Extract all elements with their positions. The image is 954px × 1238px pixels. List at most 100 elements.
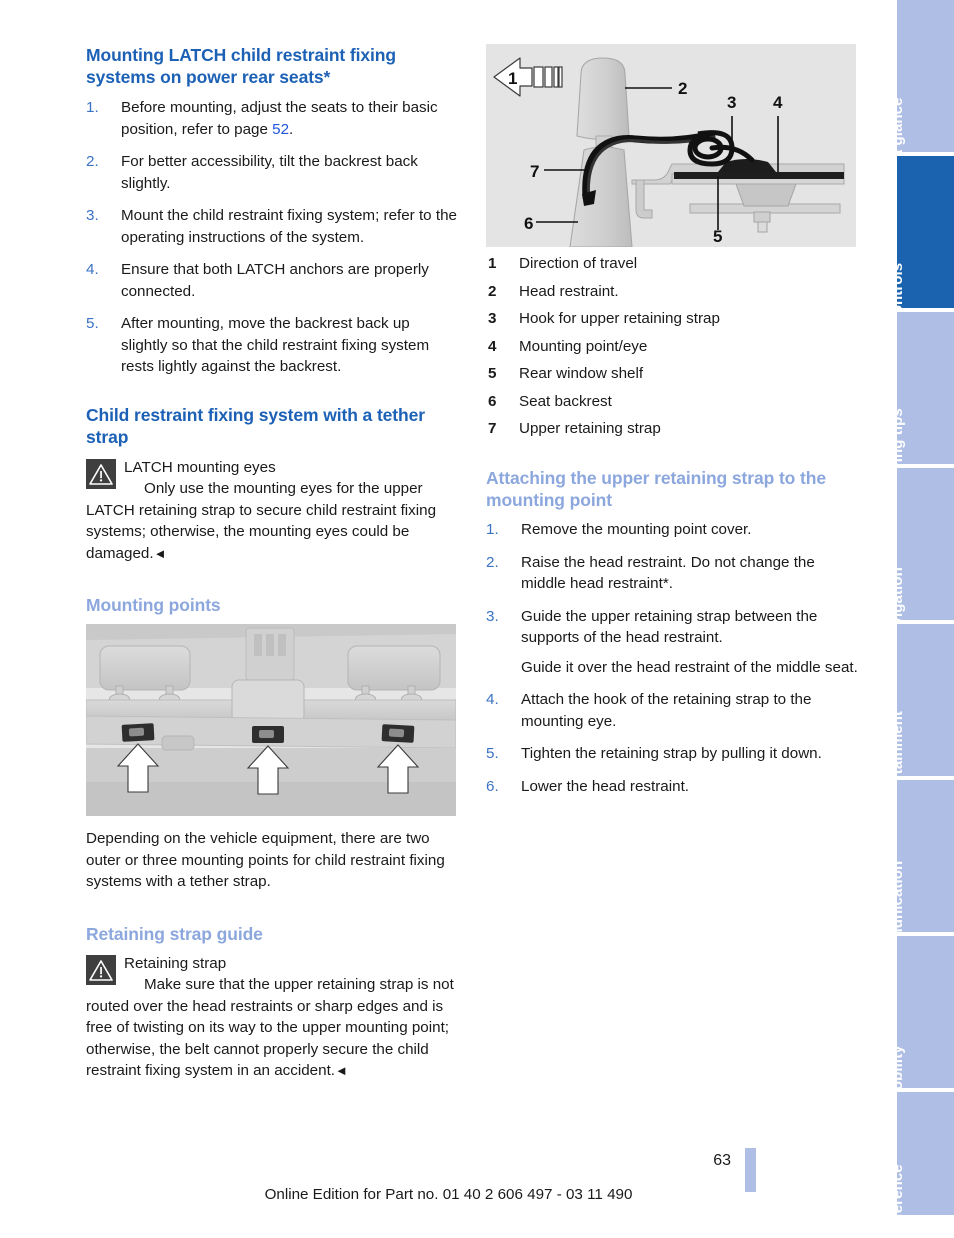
end-mark: ◄ — [153, 545, 167, 561]
legend-item: 4 Mounting point/eye — [486, 336, 858, 357]
step-number: 3. — [486, 607, 499, 625]
mounting-points-paragraph: Depending on the vehicle equipment, ther… — [86, 830, 445, 890]
step-text: Guide it over the head restraint of the … — [521, 658, 858, 676]
list-item: 2. Raise the head restraint. Do not chang… — [486, 552, 858, 595]
legend-label: Rear window shelf — [519, 365, 644, 382]
list-item: 4. Attach the hook of the retaining strap… — [486, 689, 858, 732]
page-number: 63 — [713, 1152, 731, 1169]
tab-entertainment[interactable]: Entertainment — [889, 624, 954, 813]
tab-navigation[interactable]: Navigation — [889, 468, 954, 645]
figure-mounting-points-photo — [86, 624, 456, 816]
footer-note: Online Edition for Part no. 01 40 2 606 … — [264, 1186, 633, 1203]
list-item: 2. For better accessibility, tilt the bac… — [86, 151, 458, 194]
step-text: After mounting, move the backrest back u… — [121, 315, 430, 375]
legend-item: 6 Seat backrest — [486, 391, 858, 412]
section-tab-strip: At a glance Controls Driving tips Naviga… — [889, 0, 954, 1238]
warning-body: Make sure that the upper retaining strap… — [86, 976, 454, 1079]
heading-attaching-upper-strap: Attaching the upper retaining strap to t… — [486, 468, 826, 510]
legend-label: Direction of travel — [519, 255, 638, 272]
step-text: Mount the child restraint fixing system;… — [121, 207, 457, 246]
legend-number: 5 — [488, 365, 497, 382]
list-item-continuation: Guide it over the head restraint of the … — [486, 657, 858, 679]
step-number: 2. — [86, 153, 99, 170]
legend-label: Head restraint. — [519, 282, 619, 300]
figure-retaining-strap-diagram: 1 2 3 4 5 6 7 — [486, 44, 856, 247]
step-text: Guide the upper retaining strap between … — [521, 607, 818, 647]
manual-page: Mounting LATCH child restraint fixing sy… — [0, 0, 897, 1215]
page-cross-reference[interactable]: 52 — [272, 121, 289, 138]
end-mark: ◄ — [335, 1063, 348, 1078]
svg-text:7: 7 — [530, 162, 539, 181]
list-item: 3. Mount the child restraint fixing syste… — [86, 205, 458, 248]
list-item: 1. Remove the mounting point cover. — [486, 519, 858, 541]
step-text: Raise the head restraint. Do not change … — [521, 553, 815, 593]
step-number: 1. — [486, 521, 499, 538]
list-item: 5. Tighten the retaining strap by pulling… — [486, 743, 858, 765]
warning-triangle-icon — [86, 458, 116, 489]
warning-title: Retaining strap — [124, 954, 227, 972]
left-column: Mounting LATCH child restraint fixing sy… — [86, 44, 458, 1086]
legend-number: 1 — [488, 255, 497, 272]
tab-reference[interactable]: Reference — [889, 1092, 954, 1238]
step-number: 5. — [486, 745, 499, 762]
right-column: 1 2 3 4 5 6 7 1 Direction of travel 2 He… — [486, 44, 858, 808]
list-item: 3. Guide the upper retaining strap betwee… — [486, 606, 858, 649]
step-number: 5. — [86, 315, 99, 332]
list-item: 6. Lower the head restraint. — [486, 776, 858, 798]
legend-item: 2 Head restraint. — [486, 281, 858, 302]
tab-mobility[interactable]: Mobility — [889, 936, 954, 1103]
list-item: 1. Before mounting, adjust the seats to t… — [86, 97, 458, 140]
legend-item: 7 Upper retaining strap — [486, 418, 858, 439]
legend-number: 4 — [488, 337, 497, 355]
legend-number: 6 — [488, 392, 497, 410]
legend-label: Seat backrest — [519, 392, 612, 410]
warning-retaining-strap: Retaining strap Make sure that the upper… — [86, 953, 458, 1082]
svg-text:3: 3 — [727, 93, 736, 112]
step-number: 3. — [86, 207, 99, 224]
heading-mounting-points: Mounting points — [86, 595, 221, 615]
legend-item: 3 Hook for upper retaining strap — [486, 308, 858, 329]
attaching-strap-steps: 1. Remove the mounting point cover. 2. Rai… — [486, 519, 858, 797]
svg-text:1: 1 — [508, 69, 517, 88]
svg-text:6: 6 — [524, 214, 533, 233]
step-text: Attach the hook of the retaining strap t… — [521, 691, 812, 730]
step-number: 1. — [86, 99, 99, 116]
warning-latch-mounting-eyes: LATCH mounting eyes Only use the mountin… — [86, 457, 458, 565]
step-number: 4. — [86, 261, 99, 278]
legend-item: 5 Rear window shelf — [486, 363, 858, 384]
warning-triangle-icon — [86, 954, 116, 985]
svg-text:4: 4 — [773, 93, 783, 112]
latch-mounting-steps: 1. Before mounting, adjust the seats to t… — [86, 97, 458, 378]
list-item: 4. Ensure that both LATCH anchors are pro… — [86, 259, 458, 302]
legend-label: Mounting point/eye — [519, 337, 648, 355]
legend-number: 3 — [488, 310, 497, 327]
tab-driving-tips[interactable]: Driving tips — [889, 312, 954, 492]
step-text: Lower the head restraint. — [521, 777, 690, 795]
svg-text:5: 5 — [713, 227, 722, 246]
tab-controls[interactable]: Controls — [889, 156, 954, 325]
diagram-legend: 1 Direction of travel 2 Head restraint. 3 H… — [486, 253, 858, 439]
legend-label: Upper retaining strap — [519, 420, 661, 437]
step-text: Ensure that both LATCH anchors are prope… — [121, 261, 429, 300]
heading-mounting-latch: Mounting LATCH child restraint fixing sy… — [86, 45, 396, 87]
heading-tether-strap-system: Child restraint fixing system with a tet… — [86, 404, 425, 447]
step-text-after: . — [289, 120, 294, 138]
legend-number: 2 — [488, 282, 497, 300]
list-item: 5. After mounting, move the backrest back… — [86, 313, 458, 378]
legend-item: 1 Direction of travel — [486, 253, 858, 274]
warning-title: LATCH mounting eyes — [124, 458, 276, 476]
heading-retaining-strap-guide: Retaining strap guide — [86, 923, 263, 944]
legend-label: Hook for upper retaining strap — [519, 310, 720, 327]
step-text: Tighten the retaining strap by pulling i… — [521, 745, 822, 762]
tab-communication[interactable]: Communication — [889, 780, 954, 975]
step-number: 2. — [486, 553, 499, 571]
step-number: 4. — [486, 691, 499, 708]
legend-number: 7 — [488, 420, 497, 437]
tab-label: Reference — [888, 1164, 906, 1238]
tab-at-a-glance[interactable]: At a glance — [889, 0, 954, 179]
step-text: For better accessibility, tilt the backr… — [121, 153, 418, 192]
step-text: Remove the mounting point cover. — [521, 521, 752, 538]
warning-body: Only use the mounting eyes for the upper… — [86, 480, 437, 562]
svg-text:2: 2 — [678, 79, 687, 98]
step-number: 6. — [486, 777, 499, 795]
